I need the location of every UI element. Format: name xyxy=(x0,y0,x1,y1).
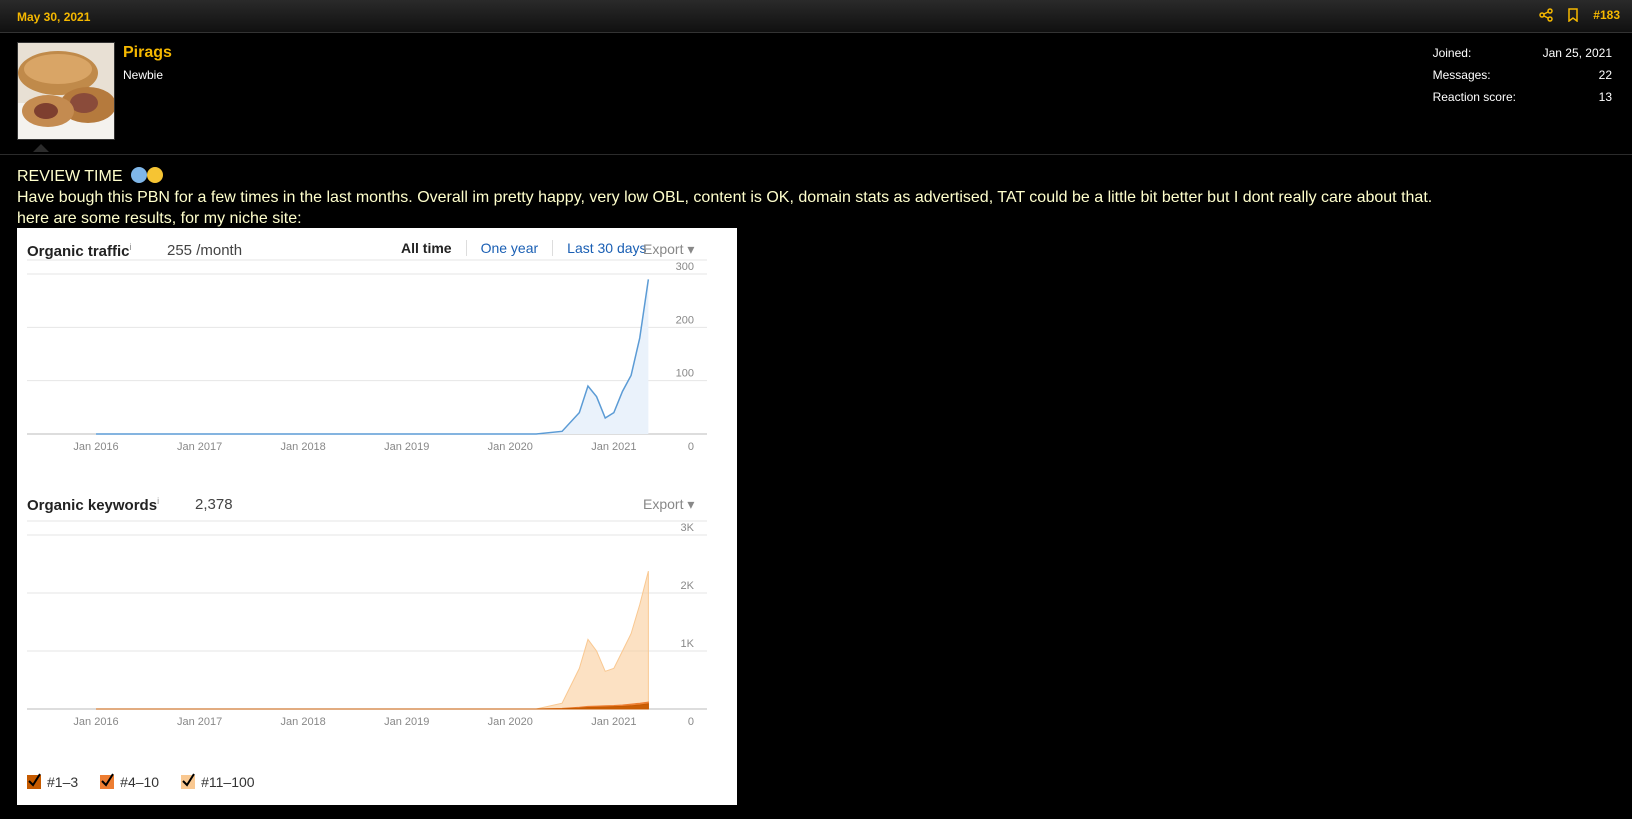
attached-report-image[interactable]: Organic traffici 255 /month All time One… xyxy=(17,228,737,805)
y-tick-label: 1K xyxy=(681,638,695,650)
traffic-line xyxy=(96,279,650,435)
avatar-pointer xyxy=(33,144,49,152)
legend-label: #1–3 xyxy=(47,774,79,790)
post-content: REVIEW TIME Have bough this PBN for a fe… xyxy=(17,166,1432,229)
time-range-tabs: All time One year Last 30 days xyxy=(387,240,661,256)
x-tick-label: Jan 2019 xyxy=(384,441,429,453)
stat-label: Messages: xyxy=(1432,68,1491,82)
post-line: Have bough this PBN for a few times in t… xyxy=(17,189,1433,206)
keywords-legend: #1–3 #4–10 #11–100 xyxy=(27,773,255,790)
bookmark-icon[interactable] xyxy=(1567,8,1579,22)
traffic-value: 255 /month xyxy=(167,242,243,259)
grin-emoji-icon xyxy=(146,167,163,183)
y-tick-label: 3K xyxy=(681,522,695,534)
stat-label: Joined: xyxy=(1432,46,1472,60)
export-button[interactable]: Export ▾ xyxy=(643,241,694,258)
x-tick-label: Jan 2017 xyxy=(177,716,222,728)
post-line: REVIEW TIME xyxy=(17,166,1432,187)
share-icon[interactable] xyxy=(1539,8,1554,22)
post-date[interactable]: May 30, 2021 xyxy=(17,10,90,24)
legend-item[interactable]: #4–10 xyxy=(100,773,160,790)
x-tick-label: Jan 2019 xyxy=(384,716,429,728)
x-tick-label: Jan 2016 xyxy=(73,716,118,728)
x-tick-label: Jan 2016 xyxy=(73,441,118,453)
y-tick-label: 0 xyxy=(688,716,694,728)
x-tick-label: Jan 2020 xyxy=(488,716,533,728)
review-heading: REVIEW TIME xyxy=(17,168,123,185)
dropdown-arrow-icon: ▾ xyxy=(687,496,695,512)
info-icon: i xyxy=(157,496,160,506)
keywords-value: 2,378 xyxy=(195,496,233,513)
y-tick-label: 300 xyxy=(676,261,694,273)
x-tick-label: Jan 2021 xyxy=(591,716,636,728)
export-button[interactable]: Export ▾ xyxy=(643,496,694,513)
info-icon: i xyxy=(129,242,132,252)
nerd-emoji-icon xyxy=(130,167,147,183)
traffic-chart: 0 100 200 300 Jan 2016 Jan 2017 Jan 2018 Jan 20… xyxy=(27,259,707,453)
post-header: May 30, 2021 #183 xyxy=(0,0,1632,33)
stat-value: 13 xyxy=(1598,90,1612,104)
legend-item[interactable]: #11–100 xyxy=(181,773,255,790)
x-tick-label: Jan 2017 xyxy=(177,441,222,453)
divider xyxy=(0,154,1632,155)
x-tick-label: Jan 2018 xyxy=(281,441,326,453)
series-11-100-area xyxy=(96,570,649,710)
avatar[interactable] xyxy=(17,42,115,140)
tab-all-time[interactable]: All time xyxy=(387,240,467,256)
y-tick-label: 2K xyxy=(681,580,695,592)
x-tick-label: Jan 2020 xyxy=(488,441,533,453)
y-tick-label: 100 xyxy=(676,368,694,380)
stat-label: Reaction score: xyxy=(1432,90,1516,104)
post-number-link[interactable]: #183 xyxy=(1593,8,1620,22)
post-actions: #183 xyxy=(1539,8,1620,22)
legend-label: #11–100 xyxy=(201,774,255,790)
x-tick-label: Jan 2018 xyxy=(281,716,326,728)
checkbox-checked-icon[interactable] xyxy=(27,773,41,789)
checkbox-checked-icon[interactable] xyxy=(100,773,115,789)
y-tick-label: 200 xyxy=(676,314,694,326)
legend-label: #4–10 xyxy=(120,774,160,790)
stat-value: Jan 25, 2021 xyxy=(1542,46,1612,60)
y-tick-label: 0 xyxy=(688,441,694,453)
legend-item[interactable]: #1–3 xyxy=(27,773,79,790)
x-tick-label: Jan 2021 xyxy=(591,441,636,453)
keywords-chart: 0 1K 2K 3K Jan 2016 Jan 2017 Jan 2018 Jan 2019 J… xyxy=(27,520,707,728)
user-title: Newbie xyxy=(123,68,164,82)
stat-reaction-score: Reaction score: 13 xyxy=(1433,90,1612,112)
tab-one-year[interactable]: One year xyxy=(467,240,554,256)
stat-joined: Joined: Jan 25, 2021 xyxy=(1433,46,1612,68)
username[interactable]: Pirags xyxy=(123,44,172,62)
dropdown-arrow-icon: ▾ xyxy=(687,241,695,257)
keywords-title: Organic keywordsi xyxy=(27,496,160,514)
stat-messages: Messages: 22 xyxy=(1433,68,1612,90)
post-line: here are some results, for my niche site… xyxy=(17,210,302,227)
stat-value: 22 xyxy=(1598,68,1612,82)
user-stats: Joined: Jan 25, 2021 Messages: 22 Reacti… xyxy=(1433,46,1612,112)
checkbox-checked-icon[interactable] xyxy=(181,773,196,789)
